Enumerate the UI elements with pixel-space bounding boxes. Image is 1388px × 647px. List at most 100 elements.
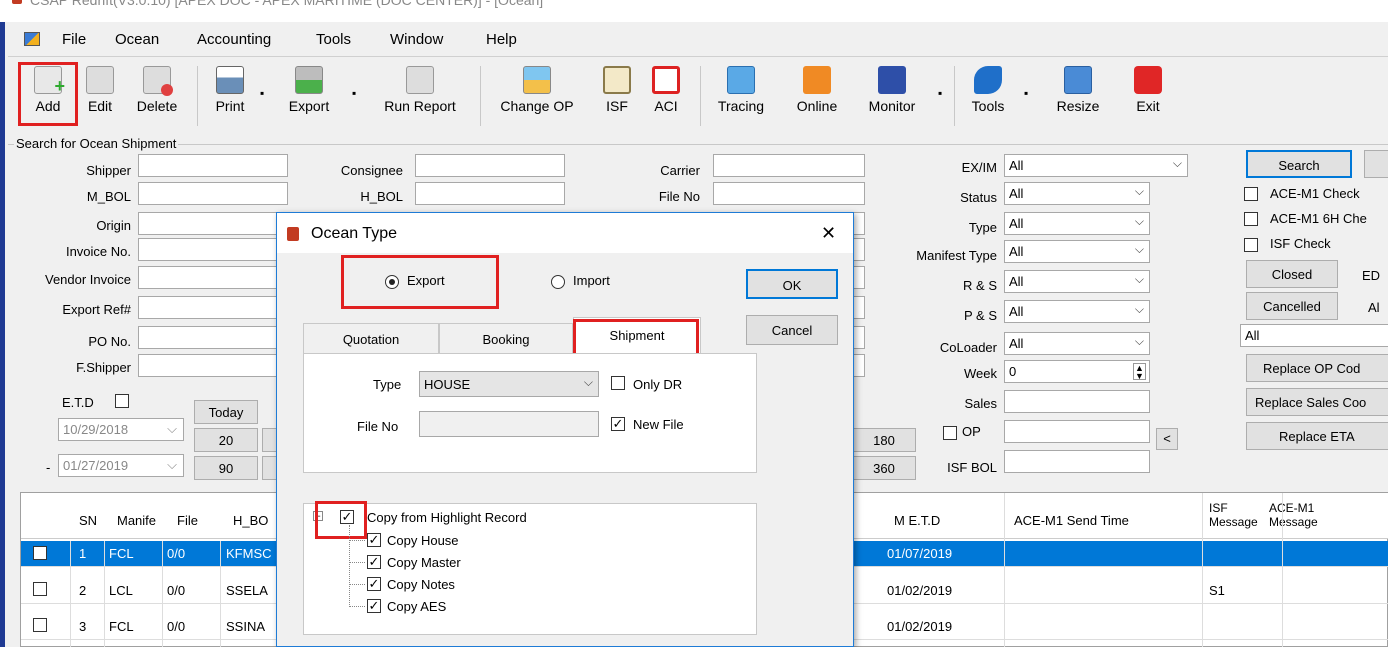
run-report-button[interactable]: Run Report [370, 62, 470, 138]
exit-button[interactable]: Exit [1128, 62, 1168, 138]
monitor-button[interactable]: Monitor [856, 62, 928, 138]
clear-button[interactable] [1364, 150, 1388, 178]
edit-button[interactable]: Edit [80, 62, 120, 138]
menu-help[interactable]: Help [486, 31, 517, 48]
tree-item[interactable]: ✓ Copy Master [349, 553, 469, 573]
rs-select[interactable]: All ⌵ [1004, 270, 1150, 293]
menu-ocean[interactable]: Ocean [115, 31, 159, 48]
print-button[interactable]: Print [208, 62, 252, 138]
col-ace-send-time[interactable]: ACE-M1 Send Time [1014, 513, 1129, 528]
f-shipper-input[interactable] [138, 354, 288, 377]
col-sn[interactable]: SN [79, 513, 97, 528]
replace-sales-button[interactable]: Replace Sales Coo [1246, 388, 1388, 416]
week-stepper[interactable]: 0 ▲ ▼ [1004, 360, 1150, 383]
days-90-button[interactable]: 90 [194, 456, 258, 480]
menu-file[interactable]: File [62, 31, 86, 48]
file-no-input[interactable] [713, 182, 865, 205]
shipper-input[interactable] [138, 154, 288, 177]
days-360-button[interactable]: 360 [852, 456, 916, 480]
h-bol-input[interactable] [415, 182, 565, 205]
row-checkbox[interactable] [33, 582, 47, 596]
tracing-button[interactable]: Tracing [708, 62, 774, 138]
sales-input[interactable] [1004, 390, 1150, 413]
closed-button[interactable]: Closed [1246, 260, 1338, 288]
col-isf-message-2[interactable]: Message [1209, 515, 1258, 529]
days-20-button[interactable]: 20 [194, 428, 258, 452]
isf-button[interactable]: ISF [600, 62, 634, 138]
menu-tools[interactable]: Tools [316, 31, 351, 48]
export-ref-input[interactable] [138, 296, 288, 319]
tools-dropdown-icon[interactable]: ▪ [1024, 86, 1028, 100]
tools-button[interactable]: Tools [962, 62, 1014, 138]
op-input[interactable] [1004, 420, 1150, 443]
po-no-input[interactable] [138, 326, 288, 349]
date-from-input[interactable]: 10/29/2018 ⌵ [58, 418, 184, 441]
import-radio[interactable] [551, 275, 565, 289]
tree-item[interactable]: ✓ Copy Notes [349, 575, 469, 595]
isf-check-checkbox[interactable] [1244, 238, 1258, 252]
cancel-button[interactable]: Cancel [746, 315, 838, 345]
aci-button[interactable]: ACI [648, 62, 684, 138]
new-file-checkbox[interactable]: ✓ [611, 417, 625, 431]
carrier-input[interactable] [713, 154, 865, 177]
col-metd[interactable]: M E.T.D [894, 513, 940, 528]
monitor-dropdown-icon[interactable]: ▪ [938, 86, 942, 100]
copy-house-checkbox[interactable]: ✓ [367, 533, 381, 547]
invoice-no-input[interactable] [138, 238, 288, 261]
online-button[interactable]: Online [786, 62, 848, 138]
copy-notes-checkbox[interactable]: ✓ [367, 577, 381, 591]
days-180-button[interactable]: 180 [852, 428, 916, 452]
col-file[interactable]: File [177, 513, 198, 528]
replace-op-button[interactable]: Replace OP Cod [1246, 354, 1388, 382]
export-dropdown-icon[interactable]: ▪ [352, 86, 356, 100]
change-op-button[interactable]: Change OP [488, 62, 586, 138]
resize-button[interactable]: Resize [1050, 62, 1106, 138]
shipment-type-select[interactable]: HOUSE ⌵ [419, 371, 599, 397]
export-button[interactable]: Export [280, 62, 338, 138]
tree-item[interactable]: ✓ Copy House [349, 531, 469, 551]
copy-aes-checkbox[interactable]: ✓ [367, 599, 381, 613]
ace-m1-check-checkbox[interactable] [1244, 187, 1258, 201]
col-ace-message-1[interactable]: ACE-M1 [1269, 501, 1314, 515]
app-menu-icon[interactable] [24, 32, 40, 46]
new-file-label[interactable]: New File [633, 417, 684, 432]
cancelled-button[interactable]: Cancelled [1246, 292, 1338, 320]
row-checkbox[interactable] [33, 546, 47, 560]
op-picker-button[interactable]: < [1156, 428, 1178, 450]
ok-button[interactable]: OK [746, 269, 838, 299]
ps-select[interactable]: All ⌵ [1004, 300, 1150, 323]
col-manifest[interactable]: Manife [117, 513, 156, 528]
replace-eta-button[interactable]: Replace ETA [1246, 422, 1388, 450]
date-to-input[interactable]: 01/27/2019 ⌵ [58, 454, 184, 477]
exim-select[interactable]: All ⌵ [1004, 154, 1188, 177]
isf-bol-input[interactable] [1004, 450, 1150, 473]
manifest-type-select[interactable]: All ⌵ [1004, 240, 1150, 263]
col-isf-message-1[interactable]: ISF [1209, 501, 1228, 515]
col-hbol[interactable]: H_BO [233, 513, 268, 528]
menu-window[interactable]: Window [390, 31, 443, 48]
dialog-close-icon[interactable]: ✕ [821, 223, 836, 244]
import-radio-label[interactable]: Import [573, 273, 610, 288]
col-ace-message-2[interactable]: Message [1269, 515, 1318, 529]
tab-quotation[interactable]: Quotation [303, 323, 439, 353]
origin-input[interactable] [138, 212, 288, 235]
export-radio[interactable] [385, 275, 399, 289]
etd-checkbox[interactable] [115, 394, 129, 408]
ace-m1-6h-checkbox[interactable] [1244, 212, 1258, 226]
menu-accounting[interactable]: Accounting [197, 31, 271, 48]
print-dropdown-icon[interactable]: ▪ [260, 86, 264, 100]
file-no-input[interactable] [419, 411, 599, 437]
type-select[interactable]: All ⌵ [1004, 212, 1150, 235]
copy-master-checkbox[interactable]: ✓ [367, 555, 381, 569]
delete-button[interactable]: Delete [128, 62, 186, 138]
tree-root-label[interactable]: Copy from Highlight Record [367, 510, 527, 525]
consignee-input[interactable] [415, 154, 565, 177]
vendor-invoice-input[interactable] [138, 266, 288, 289]
op-checkbox[interactable] [943, 426, 957, 440]
only-dr-checkbox[interactable] [611, 376, 625, 390]
today-button[interactable]: Today [194, 400, 258, 424]
coloader-select[interactable]: All ⌵ [1004, 332, 1150, 355]
all-select[interactable]: All [1240, 324, 1388, 347]
m-bol-input[interactable] [138, 182, 288, 205]
row-checkbox[interactable] [33, 618, 47, 632]
